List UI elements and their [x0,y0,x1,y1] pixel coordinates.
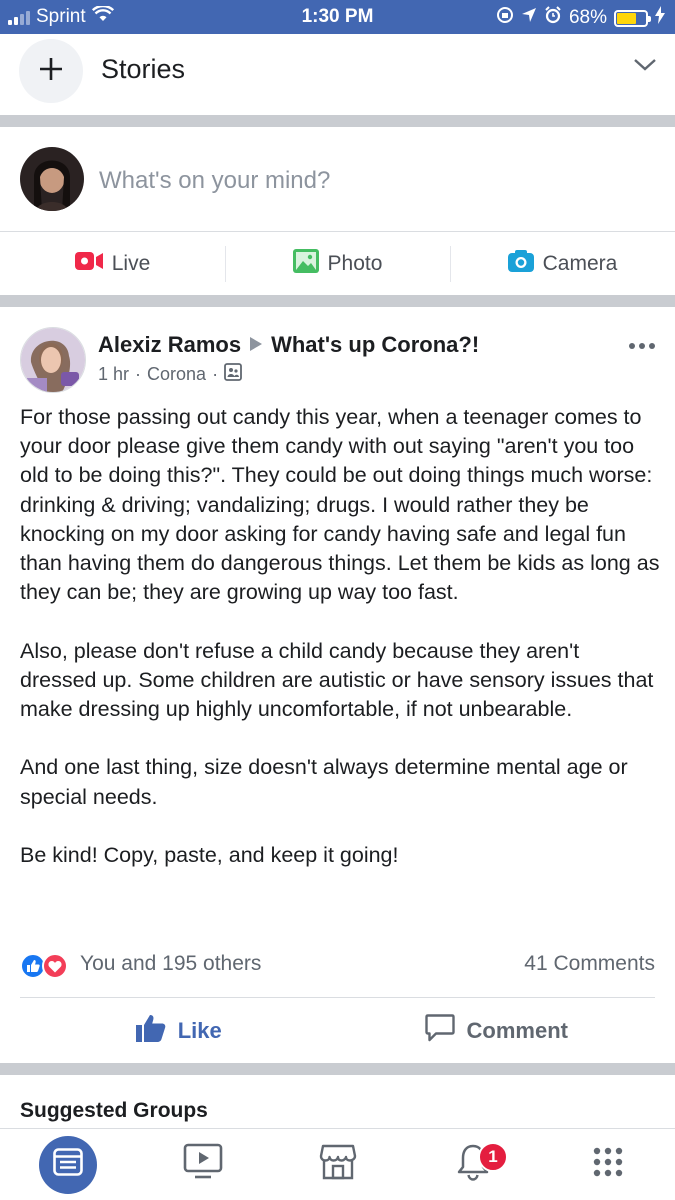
add-story-button[interactable] [19,39,83,103]
tab-watch[interactable] [135,1129,270,1200]
tab-news-feed[interactable] [0,1129,135,1200]
marketplace-icon [319,1143,357,1186]
post-composer: What's on your mind? Live Photo Camera [0,127,675,295]
plus-icon [38,56,64,87]
menu-grid-icon [593,1147,623,1182]
post-paragraph: For those passing out candy this year, w… [20,405,660,605]
comment-button[interactable]: Comment [338,998,656,1063]
group-audience-icon [224,363,242,386]
tab-marketplace[interactable] [270,1129,405,1200]
reactions-bar: You and 195 others 41 Comments [20,951,655,981]
stories-bar[interactable]: Stories [0,34,675,114]
tab-menu[interactable] [540,1129,675,1200]
feed-post: Alexiz Ramos What's up Corona?! 1 hr · C… [0,307,675,1063]
photo-button[interactable]: Photo [225,232,450,295]
live-label: Live [111,251,151,275]
post-group-name[interactable]: What's up Corona?! [271,332,479,358]
post-location[interactable]: Corona [147,364,206,385]
camera-button[interactable]: Camera [450,232,675,295]
camera-label: Camera [542,251,618,275]
post-text: For those passing out candy this year, w… [20,403,660,870]
comments-count[interactable]: 41 Comments [524,952,655,976]
thumbs-up-icon [135,1014,166,1048]
post-paragraph: Also, please don't refuse a child candy … [20,638,654,722]
photo-label: Photo [327,251,383,275]
bottom-tab-bar: 1 [0,1128,675,1200]
news-feed-icon [52,1148,83,1181]
comment-bubble-icon [424,1013,455,1048]
alarm-icon [544,6,562,30]
post-paragraph: And one last thing, size doesn't always … [20,755,628,809]
live-video-icon [74,251,103,277]
like-button[interactable]: Like [20,998,338,1063]
photo-icon [292,248,319,279]
tab-notifications[interactable]: 1 [405,1129,540,1200]
meta-dot: · [212,364,219,384]
charging-icon [655,6,665,30]
chevron-down-icon[interactable] [633,58,657,77]
location-icon [521,7,537,29]
reaction-icons[interactable] [20,953,68,979]
suggested-groups-section: Suggested Groups [0,1075,675,1130]
arrow-right-icon [249,332,263,358]
suggested-groups-title: Suggested Groups [20,1099,208,1122]
reactions-count[interactable]: You and 195 others [80,952,261,976]
post-paragraph: Be kind! Copy, paste, and keep it going! [20,843,399,867]
status-input[interactable]: What's on your mind? [99,167,330,195]
live-button[interactable]: Live [0,232,225,295]
battery-percent: 68% [568,7,607,28]
notification-badge: 1 [478,1142,508,1172]
battery-icon [614,9,651,27]
status-bar: Sprint 1:30 PM 68% [0,0,675,34]
post-time[interactable]: 1 hr [98,364,129,385]
camera-icon [507,249,534,278]
screen-lock-icon [496,6,514,30]
love-reaction-icon [42,953,68,979]
section-divider [0,295,675,307]
avatar[interactable] [20,147,84,211]
like-label: Like [177,1017,222,1043]
post-author-name[interactable]: Alexiz Ramos [98,332,241,358]
stories-title: Stories [101,54,186,84]
more-options-icon[interactable] [629,343,655,349]
section-divider [0,1063,675,1075]
comment-label: Comment [466,1017,568,1043]
author-avatar[interactable] [20,327,86,393]
section-divider [0,115,675,127]
meta-dot: · [135,364,142,384]
watch-icon [183,1143,223,1186]
